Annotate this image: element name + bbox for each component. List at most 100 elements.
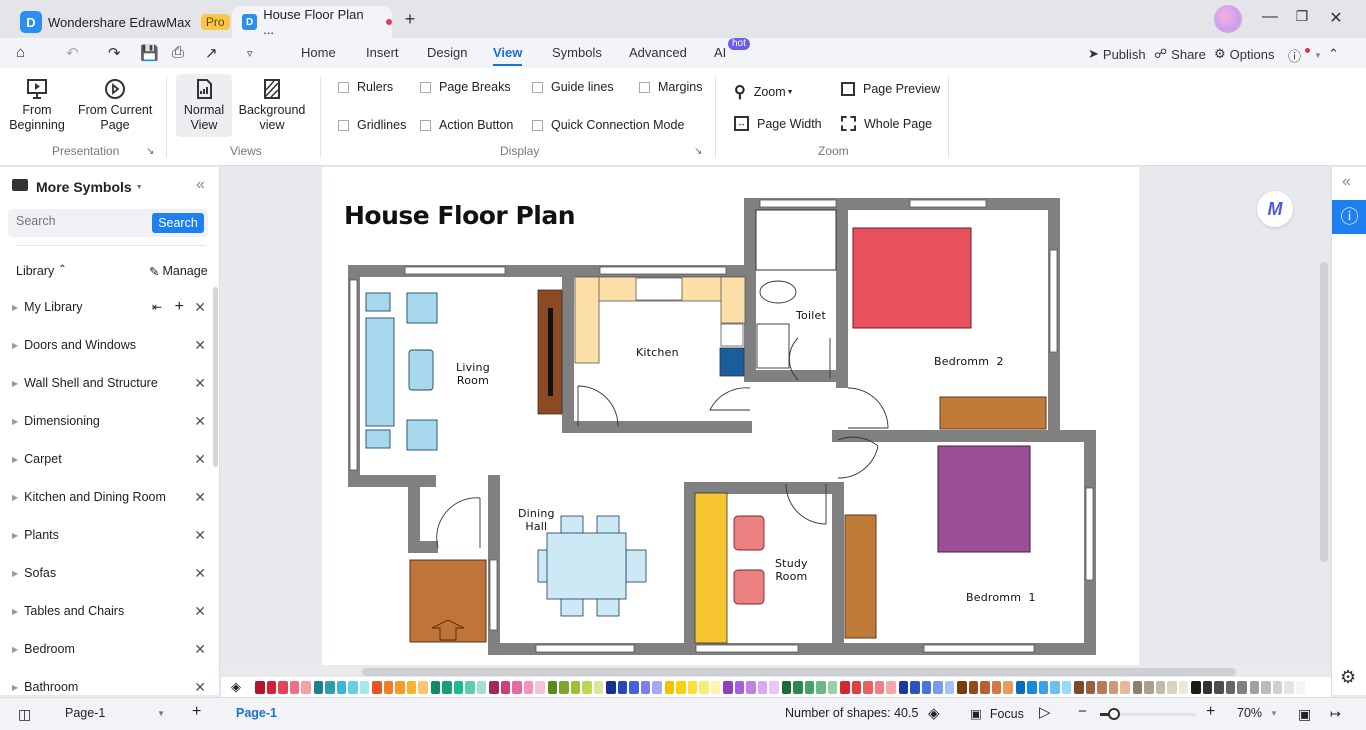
color-swatch[interactable] xyxy=(442,681,452,694)
color-swatch[interactable] xyxy=(1038,681,1048,694)
new-tab-button[interactable]: + xyxy=(400,9,420,30)
tab-view[interactable]: View xyxy=(493,45,523,66)
color-swatch[interactable] xyxy=(547,681,557,694)
color-swatch[interactable] xyxy=(816,681,826,694)
close-icon[interactable]: ✕ xyxy=(194,565,206,582)
room-label-bedroom-1[interactable]: Bedromm 1 xyxy=(966,591,1036,604)
whole-page-button[interactable]: Whole Page xyxy=(841,116,932,131)
print-icon[interactable]: ⎙ xyxy=(172,44,184,61)
close-icon[interactable]: ✕ xyxy=(194,413,206,430)
library-item[interactable]: ▶ Doors and Windows ✕ xyxy=(0,326,212,364)
library-toggle[interactable]: Library ⌃ xyxy=(16,264,67,278)
close-icon[interactable]: ✕ xyxy=(194,299,206,316)
color-swatch[interactable] xyxy=(372,681,382,694)
color-swatch[interactable] xyxy=(535,681,545,694)
color-swatch[interactable] xyxy=(910,681,920,694)
color-swatch[interactable] xyxy=(325,681,335,694)
color-swatch[interactable] xyxy=(723,681,733,694)
color-swatch[interactable] xyxy=(1261,681,1271,694)
gridlines-checkbox[interactable]: Gridlines xyxy=(338,118,406,132)
publish-button[interactable]: ➤ Publish xyxy=(1088,46,1146,62)
color-swatch[interactable] xyxy=(453,681,463,694)
color-swatch[interactable] xyxy=(1050,681,1060,694)
color-swatch[interactable] xyxy=(781,681,791,694)
color-swatch[interactable] xyxy=(851,681,861,694)
color-swatch[interactable] xyxy=(699,681,709,694)
color-swatch[interactable] xyxy=(512,681,522,694)
action-button-checkbox[interactable]: Action Button xyxy=(420,118,513,132)
tab-design[interactable]: Design xyxy=(427,45,467,60)
color-swatch[interactable] xyxy=(570,681,580,694)
document-tab[interactable]: D House Floor Plan ... xyxy=(232,6,392,38)
color-swatch[interactable] xyxy=(640,681,650,694)
share-button[interactable]: ☍ Share xyxy=(1154,46,1206,62)
collapse-sidebar-icon[interactable]: « xyxy=(196,176,205,194)
color-swatch[interactable] xyxy=(921,681,931,694)
color-swatch[interactable] xyxy=(944,681,954,694)
close-icon[interactable]: ✕ xyxy=(194,489,206,506)
color-swatch[interactable] xyxy=(255,681,265,694)
more-symbols-dropdown[interactable]: More Symbols ▼ xyxy=(36,179,143,195)
color-swatch[interactable] xyxy=(476,681,486,694)
color-swatch[interactable] xyxy=(1132,681,1142,694)
close-icon[interactable]: ✕ xyxy=(194,679,206,696)
color-swatch[interactable] xyxy=(278,681,288,694)
color-swatch[interactable] xyxy=(1027,681,1037,694)
library-item[interactable]: ▶ Tables and Chairs ✕ xyxy=(0,592,212,630)
color-swatch[interactable] xyxy=(898,681,908,694)
sidebar-scrollbar[interactable] xyxy=(213,287,218,467)
guide-lines-checkbox[interactable]: Guide lines xyxy=(532,80,614,94)
layers-icon[interactable]: ◈ xyxy=(928,704,940,722)
add-page-button[interactable]: + xyxy=(192,703,201,721)
zoom-slider-handle[interactable] xyxy=(1107,708,1120,720)
room-label-dining[interactable]: Dining Hall xyxy=(518,507,555,533)
color-swatch[interactable] xyxy=(523,681,533,694)
color-swatch[interactable] xyxy=(734,681,744,694)
color-swatch[interactable] xyxy=(757,681,767,694)
color-swatch[interactable] xyxy=(710,681,720,694)
color-swatch[interactable] xyxy=(874,681,884,694)
color-swatch[interactable] xyxy=(1108,681,1118,694)
home-icon[interactable]: ⌂ xyxy=(16,44,25,61)
color-swatch[interactable] xyxy=(1272,681,1282,694)
focus-button[interactable]: ▣ Focus xyxy=(970,706,1024,722)
from-current-page-button[interactable]: From Current Page xyxy=(76,74,154,137)
pro-badge[interactable]: Pro xyxy=(200,14,230,30)
ai-assistant-button[interactable]: M xyxy=(1257,191,1293,227)
horizontal-scrollbar[interactable] xyxy=(362,668,1236,676)
color-swatch[interactable] xyxy=(980,681,990,694)
color-swatch[interactable] xyxy=(406,681,416,694)
tab-ai[interactable]: AI xyxy=(714,45,726,60)
quick-access-dropdown-icon[interactable]: ▿ xyxy=(247,47,253,60)
background-view-button[interactable]: Background view xyxy=(236,74,308,137)
color-swatch[interactable] xyxy=(1178,681,1188,694)
from-beginning-button[interactable]: From Beginning xyxy=(6,74,68,137)
quick-connection-mode-checkbox[interactable]: Quick Connection Mode xyxy=(532,118,684,132)
color-swatch[interactable] xyxy=(289,681,299,694)
color-swatch[interactable] xyxy=(1237,681,1247,694)
room-label-living[interactable]: Living Room xyxy=(456,361,490,387)
minimize-button[interactable]: — xyxy=(1260,8,1280,26)
color-swatch[interactable] xyxy=(746,681,756,694)
color-swatch[interactable] xyxy=(359,681,369,694)
room-label-bedroom-2[interactable]: Bedromm 2 xyxy=(934,355,1004,368)
color-swatch[interactable] xyxy=(1074,681,1084,694)
library-item[interactable]: ▶ My Library ⇤ + ✕ xyxy=(0,288,212,326)
tab-home[interactable]: Home xyxy=(301,45,336,60)
color-swatch[interactable] xyxy=(886,681,896,694)
app-tab[interactable]: D Wondershare EdrawMax Pro xyxy=(20,6,230,38)
color-swatch[interactable] xyxy=(582,681,592,694)
color-swatch[interactable] xyxy=(1144,681,1154,694)
play-presentation-icon[interactable]: ▷ xyxy=(1039,703,1051,721)
room-label-kitchen[interactable]: Kitchen xyxy=(636,346,679,359)
close-icon[interactable]: ✕ xyxy=(194,527,206,544)
search-button[interactable]: Search xyxy=(152,213,204,233)
color-swatch[interactable] xyxy=(991,681,1001,694)
color-swatch[interactable] xyxy=(827,681,837,694)
help-button[interactable]: ⓘ ▼ xyxy=(1288,46,1322,65)
zoom-level-select[interactable]: 70% ▼ xyxy=(1237,706,1278,720)
color-swatch[interactable] xyxy=(1202,681,1212,694)
color-swatch[interactable] xyxy=(1295,681,1305,694)
settings-gear-icon[interactable]: ⚙ xyxy=(1340,667,1356,688)
color-swatch[interactable] xyxy=(559,681,569,694)
